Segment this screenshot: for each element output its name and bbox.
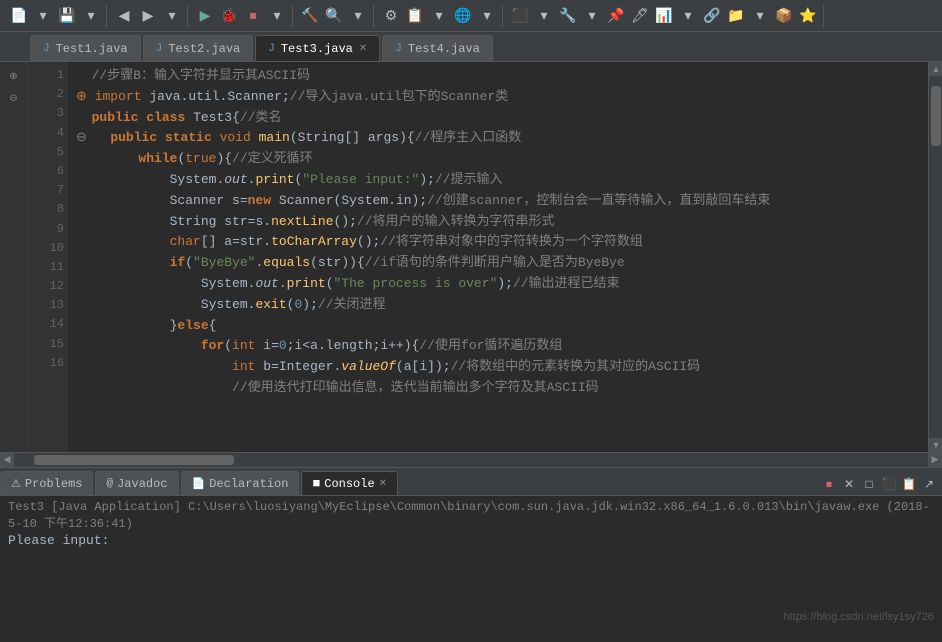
vertical-scrollbar[interactable]: ▲ ▼ (928, 62, 942, 452)
toolbar-dropdown-4[interactable]: ▾ (266, 5, 288, 27)
toolbar-group-misc: ⚙ 📋 ▾ 🌐 ▾ (376, 5, 503, 27)
toolbar-btn-10[interactable]: 🔧 (557, 5, 579, 27)
tab-problems-label: Problems (25, 477, 83, 491)
toolbar-dropdown-10[interactable]: ▾ (677, 5, 699, 27)
build-button[interactable]: 🔨 (299, 5, 321, 27)
tab-java-icon: J (43, 43, 50, 55)
scroll-thumb[interactable] (931, 86, 941, 146)
toolbar-dropdown-3[interactable]: ▾ (161, 5, 183, 27)
toolbar-dropdown-8[interactable]: ▾ (533, 5, 555, 27)
scroll-down-button[interactable]: ▼ (929, 438, 942, 452)
toolbar-btn-13[interactable]: 📊 (653, 5, 675, 27)
scroll-right-button[interactable]: ▶ (928, 453, 942, 467)
debug-button[interactable]: 🐞 (218, 5, 240, 27)
collapse-button-2[interactable]: ⊖ (4, 88, 24, 108)
console-btn-1[interactable]: ⬛ (880, 475, 898, 493)
toolbar-group-run: ▶ 🐞 ⏹ ▾ (190, 5, 293, 27)
tab-test2[interactable]: J Test2.java (143, 35, 254, 61)
editor-container: ⊕ ⊖ 1 2 3 4 5 6 7 8 9 10 11 12 13 14 15 … (0, 62, 942, 452)
scroll-left-button[interactable]: ◀ (0, 453, 14, 467)
main-toolbar: 📄 ▾ 💾 ▾ ◀ ▶ ▾ ▶ 🐞 ⏹ ▾ 🔨 🔍 ▾ ⚙ 📋 ▾ 🌐 ▾ ⬛ … (0, 0, 942, 32)
editor-tabbar: J Test1.java J Test2.java J Test3.java ✕… (0, 32, 942, 62)
tab-test3[interactable]: J Test3.java ✕ (255, 35, 380, 61)
console-output: Please input: (8, 533, 934, 548)
toolbar-group-nav: ◀ ▶ ▾ (109, 5, 188, 27)
toolbar-group-build: 🔨 🔍 ▾ (295, 5, 374, 27)
console-close-button[interactable]: ✕ (840, 475, 858, 493)
code-editor[interactable]: //步骤B：输入字符并显示其ASCII码 ⊕ import java.util.… (68, 62, 928, 452)
horizontal-scrollbar[interactable]: ◀ ▶ (0, 452, 942, 466)
declaration-icon: 📄 (192, 477, 206, 491)
bottom-panel: ⚠ Problems @ Javadoc 📄 Declaration ■ Con… (0, 466, 942, 641)
line-numbers: 1 2 3 4 5 6 7 8 9 10 11 12 13 14 15 16 (28, 62, 68, 452)
toolbar-btn-16[interactable]: 📦 (773, 5, 795, 27)
toolbar-dropdown-5[interactable]: ▾ (347, 5, 369, 27)
console-tab-close[interactable]: ✕ (379, 478, 387, 490)
collapse-button-1[interactable]: ⊕ (4, 66, 24, 86)
toolbar-dropdown-2[interactable]: ▾ (80, 5, 102, 27)
console-content: Test3 [Java Application] C:\Users\luosiy… (0, 496, 942, 641)
search-button[interactable]: 🔍 (323, 5, 345, 27)
tab-java-icon-2: J (156, 43, 163, 55)
tab-label: Test4.java (408, 42, 480, 56)
toolbar-dropdown-11[interactable]: ▾ (749, 5, 771, 27)
tab-java-icon-3: J (268, 43, 275, 55)
toolbar-group-extra: ⬛ ▾ 🔧 ▾ 📌 🖊 📊 ▾ 🔗 📁 ▾ 📦 ⭐ (505, 5, 824, 27)
editor-left-gutter: ⊕ ⊖ (0, 62, 28, 452)
toolbar-group-file: 📄 ▾ 💾 ▾ (4, 5, 107, 27)
tab-console-label: Console (324, 477, 374, 491)
scroll-track[interactable] (929, 76, 942, 438)
tab-javadoc-label: Javadoc (117, 477, 167, 491)
tab-close-button[interactable]: ✕ (359, 43, 367, 55)
toolbar-dropdown-1[interactable]: ▾ (32, 5, 54, 27)
tab-problems[interactable]: ⚠ Problems (0, 471, 93, 495)
toolbar-btn-8[interactable]: 🌐 (452, 5, 474, 27)
console-maximize-button[interactable]: □ (860, 475, 878, 493)
problems-icon: ⚠ (11, 477, 21, 491)
tab-test1[interactable]: J Test1.java (30, 35, 141, 61)
tab-declaration-label: Declaration (209, 477, 288, 491)
toolbar-dropdown-9[interactable]: ▾ (581, 5, 603, 27)
tab-declaration[interactable]: 📄 Declaration (181, 471, 300, 495)
watermark: https://blog.csdn.net/lsy1sy726 (784, 611, 934, 623)
stop-button[interactable]: ⏹ (242, 5, 264, 27)
back-button[interactable]: ◀ (113, 5, 135, 27)
toolbar-dropdown-6[interactable]: ▾ (428, 5, 450, 27)
toolbar-btn-9[interactable]: ⬛ (509, 5, 531, 27)
toolbar-dropdown-7[interactable]: ▾ (476, 5, 498, 27)
toolbar-btn-14[interactable]: 🔗 (701, 5, 723, 27)
tab-label: Test2.java (168, 42, 240, 56)
new-file-button[interactable]: 📄 (8, 5, 30, 27)
tab-label: Test3.java (281, 42, 353, 56)
tab-console[interactable]: ■ Console ✕ (301, 471, 398, 495)
run-button[interactable]: ▶ (194, 5, 216, 27)
console-icon: ■ (312, 476, 320, 491)
hscroll-thumb[interactable] (34, 455, 234, 465)
toolbar-btn-7[interactable]: 📋 (404, 5, 426, 27)
tab-label: Test1.java (56, 42, 128, 56)
tab-test4[interactable]: J Test4.java (382, 35, 493, 61)
console-stop-button[interactable]: ⏹ (820, 475, 838, 493)
console-btn-2[interactable]: 📋 (900, 475, 918, 493)
console-path: Test3 [Java Application] C:\Users\luosiy… (8, 500, 934, 531)
hscroll-track[interactable] (14, 453, 928, 467)
forward-button[interactable]: ▶ (137, 5, 159, 27)
toolbar-btn-11[interactable]: 📌 (605, 5, 627, 27)
tab-javadoc[interactable]: @ Javadoc (95, 471, 178, 495)
toolbar-btn-17[interactable]: ⭐ (797, 5, 819, 27)
tab-java-icon-4: J (395, 43, 402, 55)
toolbar-btn-15[interactable]: 📁 (725, 5, 747, 27)
javadoc-icon: @ (106, 478, 113, 490)
toolbar-btn-12[interactable]: 🖊 (629, 5, 651, 27)
bottom-tabbar: ⚠ Problems @ Javadoc 📄 Declaration ■ Con… (0, 468, 942, 496)
toolbar-btn-6[interactable]: ⚙ (380, 5, 402, 27)
code-content: //步骤B：输入字符并显示其ASCII码 ⊕ import java.util.… (76, 66, 928, 399)
console-btn-3[interactable]: ↗ (920, 475, 938, 493)
save-button[interactable]: 💾 (56, 5, 78, 27)
scroll-up-button[interactable]: ▲ (929, 62, 942, 76)
